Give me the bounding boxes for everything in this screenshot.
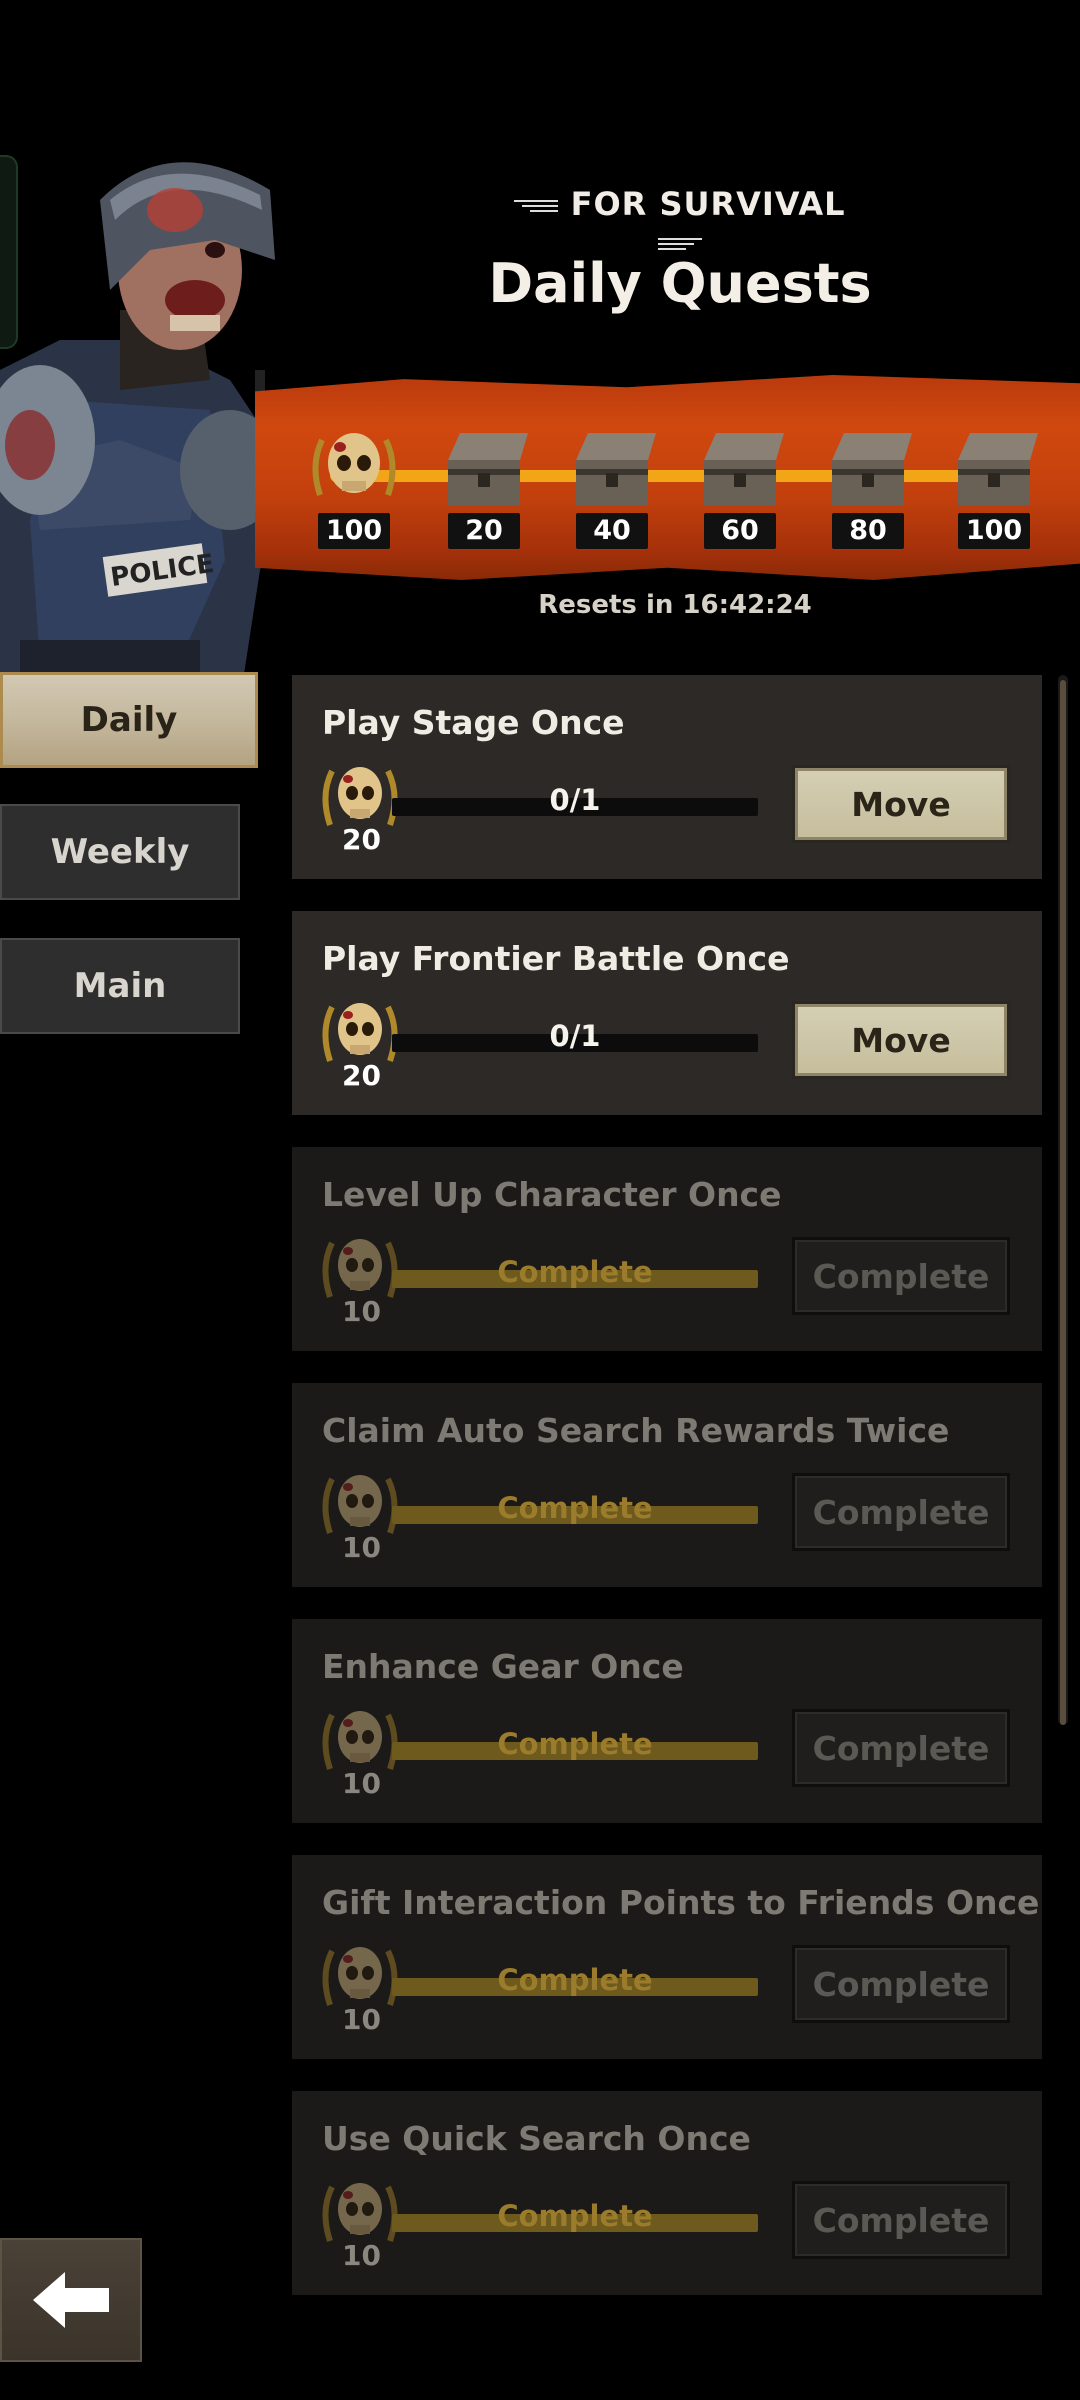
move-button[interactable]: Move	[792, 1001, 1010, 1079]
complete-button: Complete	[792, 2181, 1010, 2259]
quest-reward-amount: 10	[342, 1531, 381, 1564]
treasure-chest-icon	[448, 433, 528, 505]
move-button[interactable]: Move	[792, 765, 1010, 843]
quest-progress-text: Complete	[497, 1491, 653, 1525]
quest-reward-amount: 20	[342, 1059, 381, 1092]
daily-quests-screen: POLICE FOR SURVIVAL Daily Quests 100 20 …	[0, 0, 1080, 2400]
quest-progress-text: 0/1	[549, 783, 601, 817]
quest-title: Enhance Gear Once	[322, 1647, 684, 1686]
milestone-value: 60	[704, 513, 776, 549]
quest-card: Level Up Character Once 10 Complete Complet…	[292, 1147, 1042, 1351]
quest-progress-text: Complete	[497, 1727, 653, 1761]
quest-progress-text: Complete	[497, 2199, 653, 2233]
milestone-value: 80	[832, 513, 904, 549]
quest-card: Gift Interaction Points to Friends Once 1…	[292, 1855, 1042, 2059]
quest-progress-text: 0/1	[549, 1019, 601, 1053]
subtitle-text: FOR SURVIVAL	[570, 185, 846, 223]
decorative-lines-icon	[658, 238, 702, 250]
quest-progress-text: Complete	[497, 1963, 653, 1997]
quest-card: Play Stage Once 20 0/1 Move	[292, 675, 1042, 879]
quest-reward-amount: 10	[342, 2239, 381, 2272]
quest-card: Use Quick Search Once 10 Complete Complete	[292, 2091, 1042, 2295]
quest-reward-amount: 10	[342, 1767, 381, 1800]
skull-laurel-icon	[312, 433, 396, 496]
milestone-reward-4[interactable]: 80	[820, 425, 916, 549]
complete-button: Complete	[792, 1945, 1010, 2023]
milestone-reward-2[interactable]: 40	[564, 425, 660, 549]
quest-card: Play Frontier Battle Once 20 0/1 Move	[292, 911, 1042, 1115]
back-button[interactable]	[0, 2238, 142, 2362]
quest-title: Gift Interaction Points to Friends Once	[322, 1883, 1040, 1922]
quest-reward-amount: 20	[342, 823, 381, 856]
milestone-value: 40	[576, 513, 648, 549]
quest-reward-amount: 10	[342, 1295, 381, 1328]
quest-title: Level Up Character Once	[322, 1175, 782, 1214]
back-arrow-icon	[33, 2272, 109, 2328]
quest-title: Claim Auto Search Rewards Twice	[322, 1411, 950, 1450]
quest-progress-text: Complete	[497, 1255, 653, 1289]
tab-weekly[interactable]: Weekly	[0, 804, 240, 900]
treasure-chest-icon	[704, 433, 784, 505]
complete-button: Complete	[792, 1473, 1010, 1551]
milestone-value: 20	[448, 513, 520, 549]
treasure-chest-icon	[832, 433, 912, 505]
tab-main[interactable]: Main	[0, 938, 240, 1034]
milestone-value: 100	[958, 513, 1030, 549]
quest-title: Play Frontier Battle Once	[322, 939, 790, 978]
reset-timer: Resets in 16:42:24	[538, 590, 812, 620]
complete-button: Complete	[792, 1709, 1010, 1787]
milestone-reward-1[interactable]: 20	[436, 425, 532, 549]
quest-title: Play Stage Once	[322, 703, 625, 742]
milestone-reward-3[interactable]: 60	[692, 425, 788, 549]
milestone-reward-5[interactable]: 100	[946, 425, 1042, 549]
reward-progress-track	[330, 470, 1030, 482]
tab-daily[interactable]: Daily	[0, 672, 258, 768]
page-title: Daily Quests	[488, 252, 872, 315]
quest-title: Use Quick Search Once	[322, 2119, 751, 2158]
complete-button: Complete	[792, 1237, 1010, 1315]
header-subtitle: FOR SURVIVAL	[500, 185, 860, 261]
treasure-chest-icon	[958, 433, 1038, 505]
treasure-chest-icon	[576, 433, 656, 505]
points-total-value: 100	[318, 513, 390, 549]
quest-reward-amount: 10	[342, 2003, 381, 2036]
quest-card: Enhance Gear Once 10 Complete Complete	[292, 1619, 1042, 1823]
quest-card: Claim Auto Search Rewards Twice 10 Complet…	[292, 1383, 1042, 1587]
points-total: 100	[306, 425, 402, 549]
decorative-lines-icon	[514, 200, 559, 212]
scrollbar-thumb[interactable]	[1060, 680, 1066, 1725]
